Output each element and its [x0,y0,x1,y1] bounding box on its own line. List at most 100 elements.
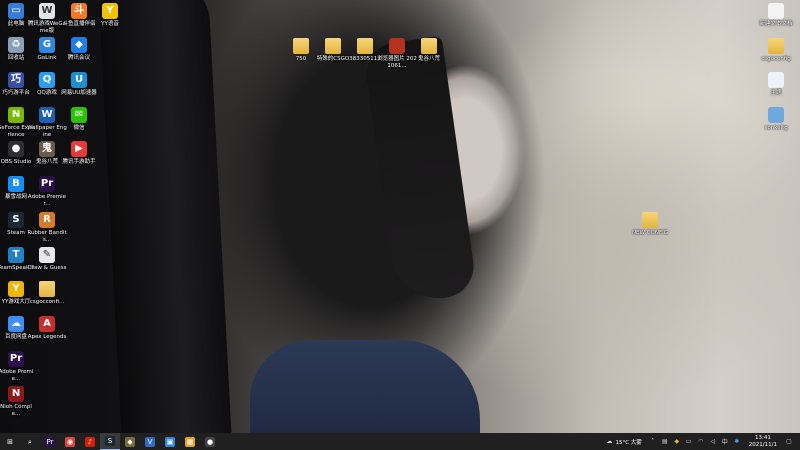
app-icon: N [8,107,24,123]
app-icon [389,38,405,54]
desktop-icon-label: csgocconfi... [29,299,65,305]
app-icon: ● [8,141,24,157]
app-icon: 巧 [8,72,24,88]
bluetooth-icon[interactable]: ✱ [732,437,742,447]
desktop-icon[interactable]: NEW CONFIG [630,212,670,237]
folder-icon [768,38,784,54]
desktop-icon[interactable]: Y YY语音 [90,3,130,28]
app-icon: N [8,386,24,402]
desktop-icon[interactable]: A Apex Legends [27,316,67,341]
desktop-icon-label: 微信 [73,125,85,131]
desktop-icon-label: Adobe Premier... [27,194,67,207]
taskbar-start-button[interactable]: ⊞ [0,433,20,450]
app-icon: 鬼 [39,141,55,157]
folder-icon [642,212,658,228]
app-icon: Pr [39,176,55,192]
explorer-2-icon: ▦ [185,436,195,447]
search-icon: ⌕ [25,436,35,447]
app-icon [768,107,784,123]
desktop-icon-label: xonkeltg [764,125,788,131]
desktop-icon-label: Rubber Bandits... [27,230,67,243]
app-icon: ✎ [39,247,55,263]
wallpaper-shoulder [250,340,480,433]
desktop-icon[interactable]: ◆ 腾讯会议 [59,37,99,62]
app-icon: ✉ [71,107,87,123]
app-icon: R [39,212,55,228]
app-icon: B [8,176,24,192]
app-icon: ▶ [71,141,87,157]
desktop-icon-label: 新建文本文档 [759,21,793,27]
desktop-icon[interactable]: xonkeltg [756,107,796,132]
chrome-icon: ◉ [65,436,75,447]
weather-text[interactable]: 15°C 大雾 [615,438,641,446]
desktop-icon[interactable]: 新建文本文档 [756,3,796,28]
premiere-icon: Pr [45,436,55,447]
security-icon[interactable]: ◆ [672,437,682,447]
explorer-1-icon: ▣ [165,436,175,447]
taskbar-search-button[interactable]: ⌕ [20,433,40,450]
app-icon: Y [102,3,118,19]
desktop-icon[interactable]: U 网易UU加速器 [59,72,99,97]
desktop-icon-label: YY语音 [101,21,119,27]
desktop-icon[interactable]: csgocconfi... [27,281,67,306]
desktop-icon[interactable]: R Rubber Bandits... [27,212,67,244]
desktop-icon-label: Apex Legends [27,334,67,340]
app-icon: Pr [8,351,24,367]
desktop-icon-label: 主题 [770,90,782,96]
desktop-icon[interactable]: ✎ Draw & Guess [27,247,67,272]
desktop-icon[interactable]: ✉ 微信 [59,107,99,132]
desktop-icon-label: NEW CONFIG [631,230,669,236]
app-icon: 斗 [71,3,87,19]
volume-icon[interactable]: ◁ [708,437,718,447]
system-tray: ☁ 15°C 大雾 ˄ ▤ ◆ ▭ ◠ ◁ 中 ✱ 13:41 2021/11/… [603,433,800,450]
desktop-icon[interactable]: 主题 [756,72,796,97]
desktop-icon-label: 鬼谷八荒 [417,56,440,62]
desktop-icon[interactable]: csgoconfig [756,38,796,63]
taskbar-chrome-button[interactable]: ◉ [60,433,80,450]
network-icon[interactable]: ▤ [660,437,670,447]
ime-icon[interactable]: 中 [720,437,730,447]
desktop-icon-label: Nioh Comple... [0,404,32,417]
desktop-icon[interactable]: N Nioh Comple... [0,386,36,418]
taskbar-explorer-1-button[interactable]: ▣ [160,433,180,450]
desktop-icon[interactable]: Pr Adobe Premier... [27,176,67,208]
desktop-icon[interactable]: 鬼谷八荒 [409,38,449,63]
steam-icon: S [105,436,115,446]
taskbar-csgo-button[interactable]: ◆ [120,433,140,450]
taskbar-steam-button[interactable]: S [100,433,120,450]
battery-icon[interactable]: ▭ [684,437,694,447]
app-icon: U [71,72,87,88]
app-icon: W [39,3,55,19]
taskbar-netease-music-button[interactable]: ♪ [80,433,100,450]
app-icon: W [39,107,55,123]
clock-time: 13:41 [754,434,771,441]
app-icon: A [39,316,55,332]
taskbar-vpn-button[interactable]: V [140,433,160,450]
wifi-icon[interactable]: ◠ [696,437,706,447]
app-icon [768,72,784,88]
desktop-icon-label: 网易UU加速器 [61,90,97,96]
folder-icon [357,38,373,54]
folder-icon [421,38,437,54]
desktop-icon-label: 腾讯会议 [67,55,90,61]
chevron-up-icon[interactable]: ˄ [648,437,658,447]
weather-icon[interactable]: ☁ [604,437,614,447]
app-icon: ☁ [8,316,24,332]
app-icon: Y [8,281,24,297]
taskbar-explorer-2-button[interactable]: ▦ [180,433,200,450]
desktop-icon-label: Adobe Premie... [0,369,34,382]
desktop-icon[interactable]: ▶ 腾讯手游助手 [59,141,99,166]
taskbar-apps: ⊞ ⌕ Pr ◉ ♪ S ◆ V ▣ ▦ ● [0,433,220,450]
desktop-icon[interactable]: Pr Adobe Premie... [0,351,36,383]
folder-icon [325,38,341,54]
app-icon: ♻ [8,37,24,53]
app-icon: S [8,212,24,228]
app-icon: ◆ [71,37,87,53]
notification-icon[interactable]: ▢ [784,437,794,447]
app-icon: ▭ [8,3,24,19]
clock[interactable]: 13:41 2021/11/1 [749,435,777,449]
folder-icon [39,281,55,297]
csgo-icon: ◆ [125,436,135,447]
taskbar-premiere-button[interactable]: Pr [40,433,60,450]
taskbar-obs-button[interactable]: ● [200,433,220,450]
